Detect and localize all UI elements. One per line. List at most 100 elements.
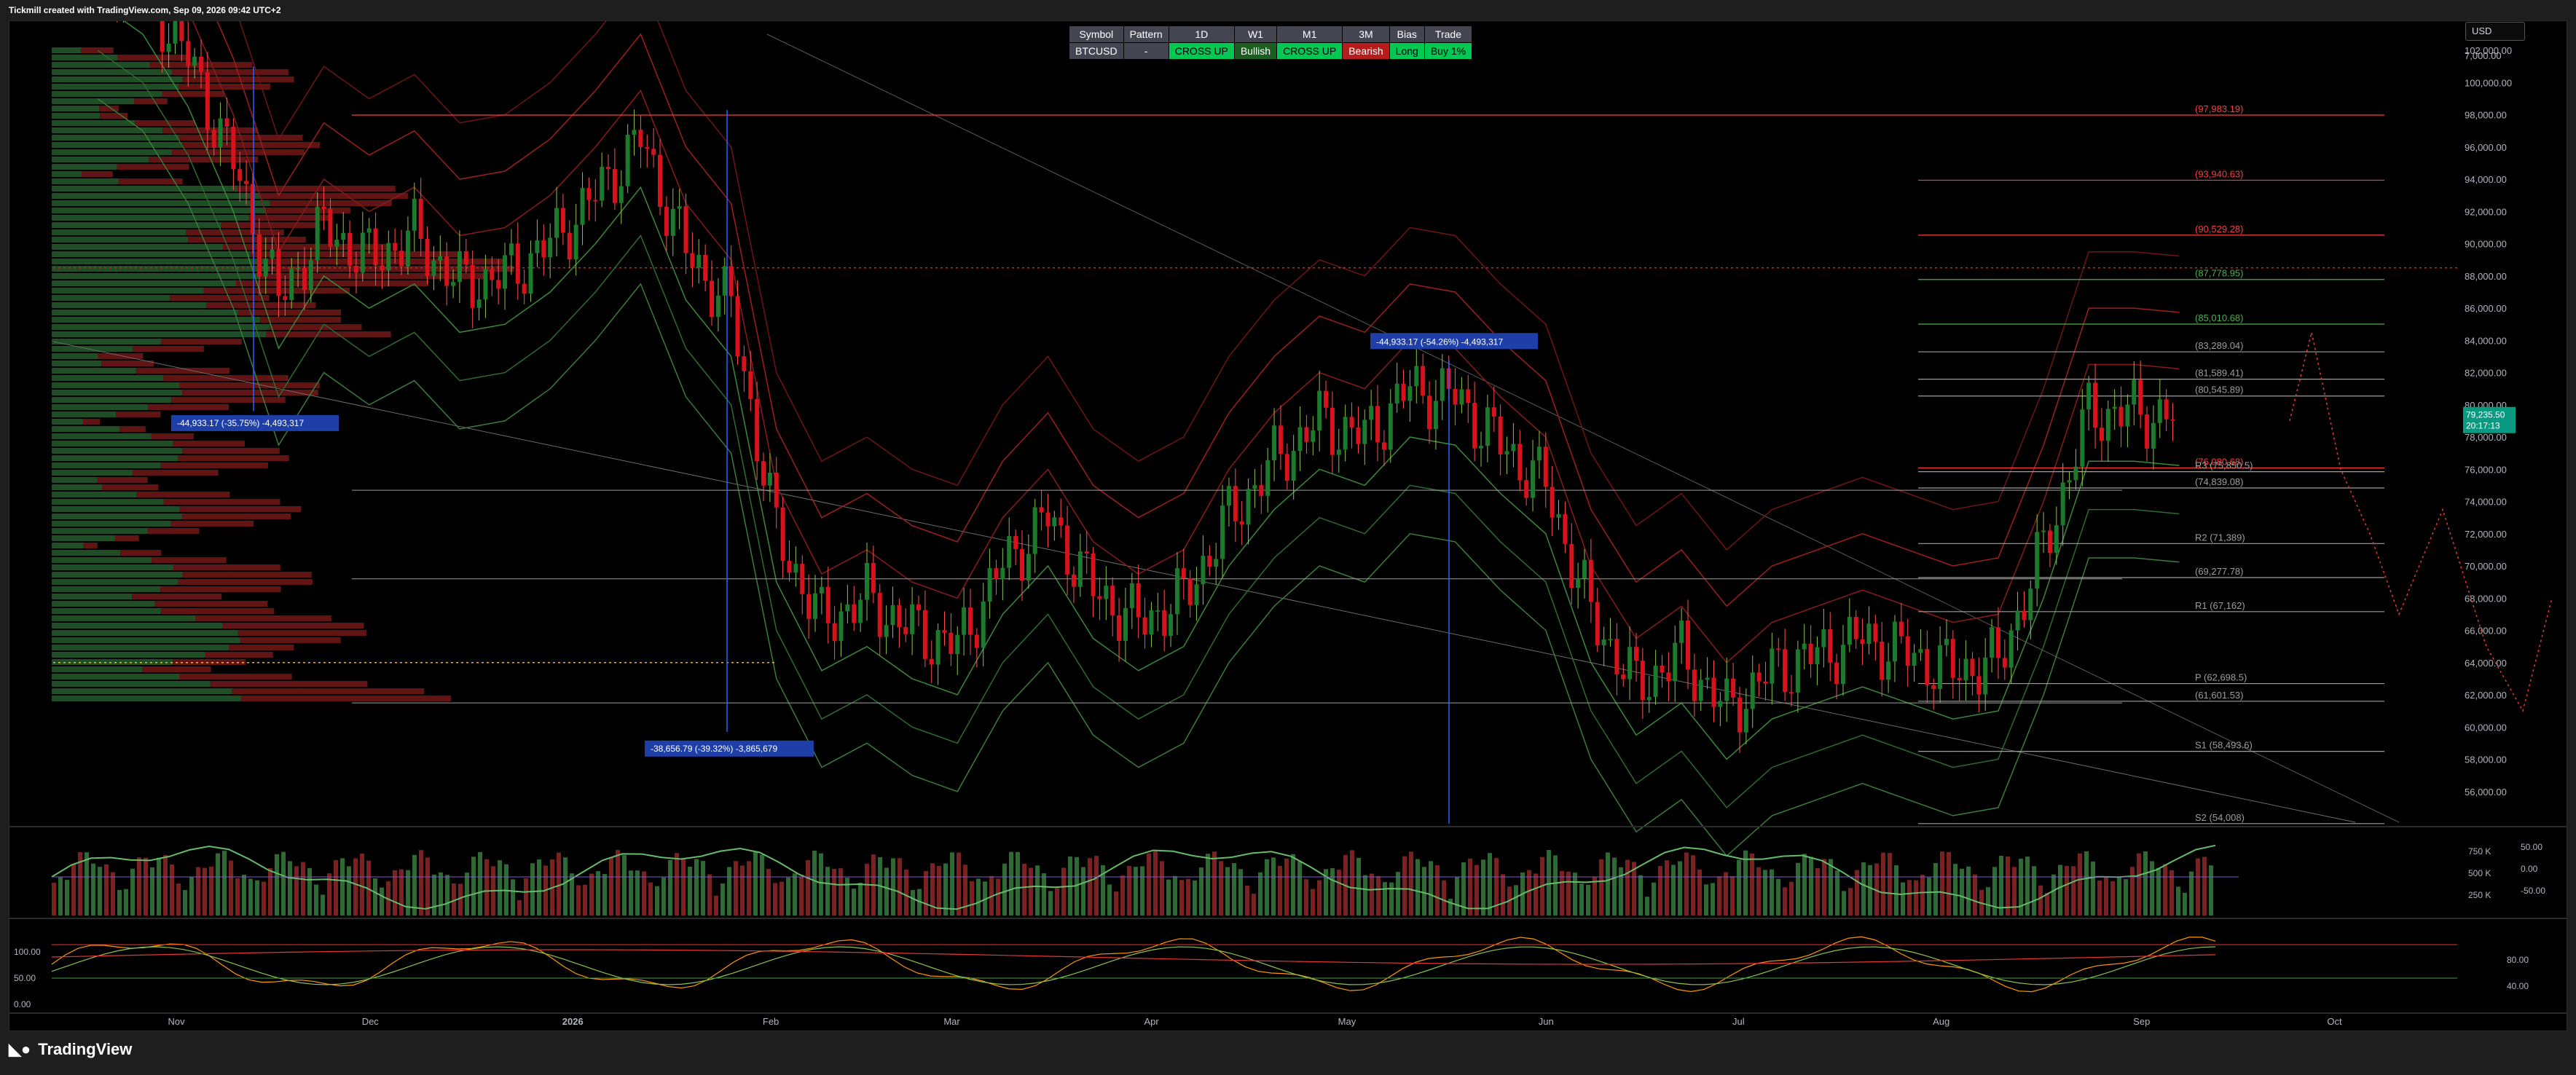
volume-bar xyxy=(1947,851,1951,915)
volume-bar xyxy=(307,867,312,915)
chart-canvas[interactable]: 56,000.00 58,000.00 60,000.00 62,000.00 64,0… xyxy=(9,21,2567,1031)
candle-body xyxy=(1071,574,1076,587)
volume-profile-bar-sell xyxy=(179,674,292,680)
candle-body xyxy=(1543,446,1548,487)
candle-body xyxy=(1343,417,1348,450)
volume-profile-bar-buy xyxy=(52,280,236,286)
price-tick-label: 88,000.00 xyxy=(2465,271,2507,282)
candle-body xyxy=(910,604,915,634)
candle-body xyxy=(1983,657,1988,695)
candle-body xyxy=(418,198,423,240)
volume-bar xyxy=(196,867,200,915)
candle-body xyxy=(852,604,857,623)
candle-body xyxy=(438,256,443,261)
candle-body xyxy=(845,604,850,612)
price-tick-label: 76,000.00 xyxy=(2465,464,2507,475)
volume-profile-bar-sell xyxy=(149,157,259,162)
measure-label: -44,933.17 (-54.26%) -4,493,317 xyxy=(1376,336,1503,347)
stoch-right-tick-label: 40.00 xyxy=(2507,981,2529,991)
candle-body xyxy=(1569,543,1574,588)
candle-body xyxy=(800,564,805,594)
candle-body xyxy=(729,266,734,296)
candle-body xyxy=(573,224,578,260)
volume-bar xyxy=(1606,852,1610,915)
volume-bar xyxy=(1481,859,1485,915)
volume-bar xyxy=(1284,858,1289,915)
volume-bar xyxy=(71,864,76,915)
volume-bar xyxy=(2104,877,2108,915)
candle-body xyxy=(2015,610,2020,631)
candle-body xyxy=(819,587,824,594)
candle-body xyxy=(535,240,540,253)
candle-body xyxy=(1169,614,1174,636)
currency-selector[interactable]: USD xyxy=(2465,22,2525,41)
candle-body xyxy=(2054,525,2059,554)
volume-bar xyxy=(2012,867,2017,915)
volume-bar xyxy=(2058,865,2062,915)
volume-profile-bar-buy xyxy=(52,149,172,155)
candle-body xyxy=(922,610,927,659)
volume-bar xyxy=(478,851,482,915)
volume-bar xyxy=(852,889,856,915)
volume-bar xyxy=(85,852,89,915)
candle-body xyxy=(755,398,760,462)
candle-body xyxy=(1007,536,1012,568)
volume-bar xyxy=(1114,891,1118,915)
candle-body xyxy=(1828,629,1833,663)
candle-body xyxy=(405,230,410,267)
candle-body xyxy=(1976,676,1982,695)
volume-bar xyxy=(1658,866,1662,915)
candle-body xyxy=(1077,551,1083,587)
tradingview-logo[interactable]: ◣● TradingView xyxy=(9,1040,132,1059)
volume-profile-bar-sell xyxy=(182,513,291,519)
volume-bar xyxy=(1514,885,1518,915)
horizontal-level-label: P (62,698.5) xyxy=(2195,672,2247,683)
candle-body xyxy=(198,56,203,73)
volume-bar xyxy=(1009,851,1013,915)
volume-bar xyxy=(412,854,417,915)
candle-body xyxy=(1660,665,1665,673)
volume-bar xyxy=(360,853,364,915)
candle-body xyxy=(2080,409,2085,467)
price-tick-label: 96,000.00 xyxy=(2465,142,2507,153)
volume-profile-bar-buy xyxy=(52,477,98,483)
candle-body xyxy=(541,240,546,258)
volume-profile-bar-sell xyxy=(136,492,230,497)
oscillator-tick-label: -50.00 xyxy=(2521,886,2545,896)
volume-profile-bar-buy xyxy=(52,353,98,359)
status-value-1d: CROSS UP xyxy=(1168,42,1235,60)
volume-profile-bar-buy xyxy=(52,419,83,425)
status-header-w1: W1 xyxy=(1233,25,1278,43)
candle-body xyxy=(1136,583,1141,618)
volume-bar xyxy=(1992,867,1997,915)
candle-body xyxy=(645,146,650,149)
volume-profile-bar-sell xyxy=(132,594,222,599)
candle-body xyxy=(1621,674,1626,680)
candle-body xyxy=(658,154,663,208)
candle-body xyxy=(1401,383,1406,401)
chart-frame[interactable]: 56,000.00 58,000.00 60,000.00 62,000.00 64,0… xyxy=(9,20,2567,1031)
volume-bar xyxy=(1750,853,1754,915)
volume-bar xyxy=(832,868,836,915)
candle-body xyxy=(839,611,844,642)
volume-bar xyxy=(1258,872,1263,915)
status-value-3m: Bearish xyxy=(1342,42,1390,60)
volume-profile-bar-buy xyxy=(52,608,161,614)
candle-body xyxy=(2132,379,2137,405)
volume-profile-bar-sell xyxy=(115,535,139,541)
volume-bar xyxy=(65,880,69,915)
volume-profile-bar-sell xyxy=(142,666,211,672)
volume-bar xyxy=(465,873,469,915)
candle-body xyxy=(1459,389,1464,405)
stoch-k-line xyxy=(51,936,2216,993)
volume-profile-bar-buy xyxy=(52,310,238,315)
volume-profile-bar-buy xyxy=(52,543,84,548)
candle-body xyxy=(858,599,863,623)
volume-profile-bar-sell xyxy=(82,419,101,425)
volume-bar xyxy=(209,866,213,915)
volume-profile-bar-buy xyxy=(52,448,183,454)
volume-bar xyxy=(2209,865,2213,915)
candle-body xyxy=(1550,487,1555,518)
volume-bar xyxy=(1678,861,1682,915)
volume-profile-bar-buy xyxy=(52,200,270,206)
